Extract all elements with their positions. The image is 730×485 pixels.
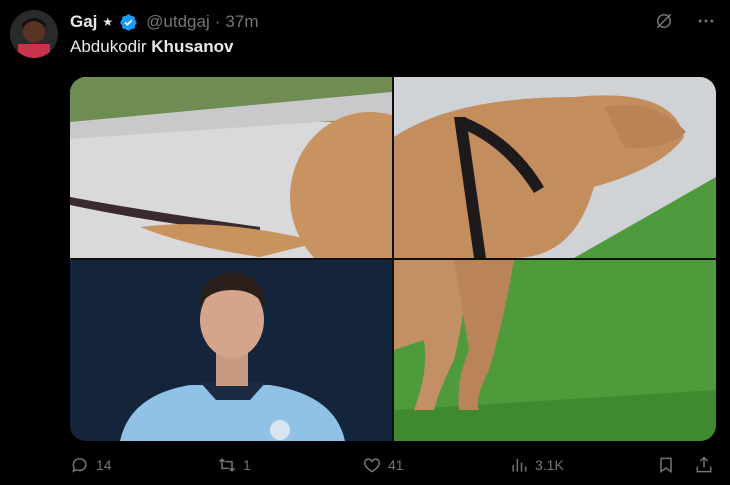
bookmark-button[interactable] xyxy=(656,455,676,475)
author-name[interactable]: Gaj xyxy=(70,12,97,32)
retweet-icon xyxy=(218,458,236,472)
reply-button[interactable]: 14 xyxy=(70,455,112,475)
tweet-text: Abdukodir Khusanov xyxy=(70,37,233,57)
tweet-text-bold: Khusanov xyxy=(151,37,234,56)
retweet-count: 1 xyxy=(243,457,251,473)
retweet-button[interactable]: 1 xyxy=(217,455,251,475)
tweet-text-plain: Abdukodir xyxy=(70,37,152,56)
tweet-timestamp[interactable]: 37m xyxy=(225,12,258,32)
author-handle[interactable]: @utdgaj xyxy=(146,12,210,32)
author-avatar[interactable] xyxy=(10,10,58,58)
verified-badge-icon[interactable] xyxy=(119,13,138,32)
tweet-actions-bar: 14 1 41 3.1K xyxy=(70,455,716,481)
share-icon xyxy=(696,456,712,473)
views-count: 3.1K xyxy=(535,457,564,473)
media-dog-front[interactable] xyxy=(394,77,716,258)
like-button[interactable]: 41 xyxy=(362,455,404,475)
media-dog-rear[interactable] xyxy=(70,77,392,258)
share-button[interactable] xyxy=(694,455,714,475)
grok-icon[interactable] xyxy=(654,11,674,31)
like-count: 41 xyxy=(388,457,404,473)
tweet-header: Gaj ★ @utdgaj · 37m xyxy=(70,11,259,33)
views-button[interactable]: 3.1K xyxy=(509,455,564,475)
media-dog-legs[interactable] xyxy=(394,260,716,441)
separator-dot: · xyxy=(214,12,221,31)
bookmark-icon xyxy=(660,457,672,474)
tweet-top-actions xyxy=(654,11,716,31)
reply-count: 14 xyxy=(96,457,112,473)
like-icon xyxy=(363,458,381,473)
media-player-portrait[interactable] xyxy=(70,260,392,441)
reply-icon xyxy=(72,458,87,473)
views-icon xyxy=(512,459,527,472)
star-glyph: ★ xyxy=(102,15,114,29)
more-icon[interactable] xyxy=(696,11,716,31)
tweet-media-grid[interactable] xyxy=(70,77,716,441)
